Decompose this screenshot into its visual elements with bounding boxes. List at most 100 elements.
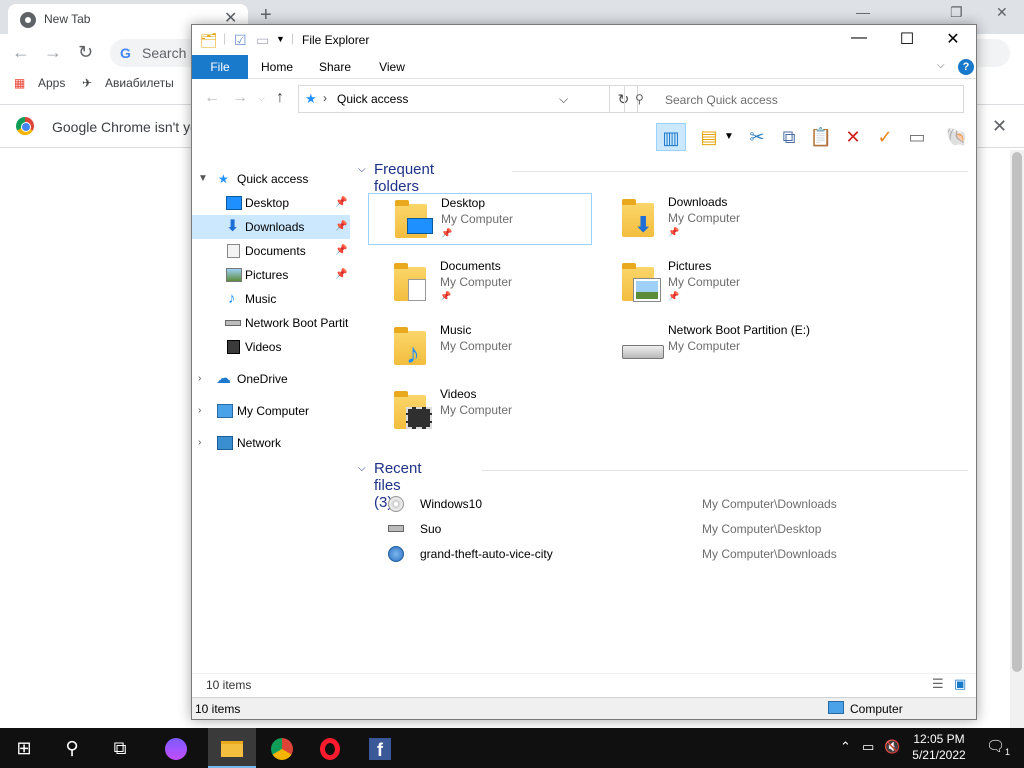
preview-pane-icon[interactable]: ▥ <box>656 123 686 151</box>
tile-location: My Computer <box>668 275 741 289</box>
recent-file-row[interactable]: Suo My Computer\Desktop <box>352 517 972 542</box>
opera-taskbar-icon[interactable] <box>306 728 354 768</box>
customize-qat-icon[interactable]: ▼ <box>276 34 285 44</box>
tab-home[interactable]: Home <box>252 55 302 79</box>
new-folder-icon[interactable]: ▭ <box>256 32 269 49</box>
sidebar-item-videos[interactable]: Videos <box>192 335 350 359</box>
folder-tile-pictures[interactable]: Pictures My Computer 📌 <box>596 257 820 309</box>
folder-tile-videos[interactable]: Videos My Computer <box>368 385 592 437</box>
collapsed-chevron-icon[interactable]: › <box>198 431 201 455</box>
group-chevron-icon[interactable]: ⌵ <box>358 164 366 175</box>
folder-tile-music[interactable]: ♪ Music My Computer <box>368 321 592 373</box>
nav-label: Videos <box>245 340 282 354</box>
properties-folder-icon[interactable]: ▤ <box>694 123 724 151</box>
page-scrollbar[interactable] <box>1010 150 1024 728</box>
notification-center-icon[interactable]: 🗨1 <box>986 737 1010 757</box>
shell-icon[interactable]: 🐚 <box>942 123 972 151</box>
nav-my-computer[interactable]: › My Computer <box>192 399 350 423</box>
address-dropdown-icon[interactable]: ⌵ <box>559 92 568 107</box>
tab-share[interactable]: Share <box>310 55 360 79</box>
sidebar-item-desktop[interactable]: Desktop 📌 <box>192 191 350 215</box>
close-icon[interactable]: ✕ <box>930 29 976 53</box>
maximize-icon[interactable]: ☐ <box>884 29 930 53</box>
back-icon[interactable]: ← <box>204 89 220 107</box>
windows-start-icon[interactable]: ⊞ <box>0 728 48 768</box>
collapsed-chevron-icon[interactable]: › <box>198 367 201 391</box>
google-icon: G <box>120 45 131 61</box>
sidebar-item-music[interactable]: ♪ Music <box>192 287 350 311</box>
show-hidden-icons-icon[interactable]: ⌃ <box>840 739 851 755</box>
copy-icon[interactable]: ⧉ <box>774 123 804 151</box>
forward-icon[interactable]: → <box>232 89 248 107</box>
tab-file[interactable]: File <box>192 55 248 79</box>
task-view-icon[interactable]: ⧉ <box>96 728 144 768</box>
group-chevron-icon[interactable]: ⌵ <box>358 463 366 474</box>
forward-icon[interactable]: → <box>44 42 62 63</box>
navigation-pane: ▼ ★ Quick access Desktop 📌 ⬇ Downloads 📌… <box>192 155 350 670</box>
details-view-icon[interactable]: ☰ <box>932 676 944 692</box>
star-icon: ★ <box>218 172 229 186</box>
chrome-minimize-icon[interactable]: — <box>856 4 870 20</box>
search-icon[interactable]: ⚲ <box>48 728 96 768</box>
address-box[interactable]: ★ › Quick access ⌵ <box>298 85 610 113</box>
clock[interactable]: 12:05 PM 5/21/2022 <box>906 731 972 763</box>
path-chevron-icon[interactable]: › <box>323 91 327 105</box>
cortana-icon[interactable] <box>152 728 200 768</box>
properties-icon[interactable]: ☑ <box>234 32 247 49</box>
nav-label: Quick access <box>237 172 309 186</box>
back-icon[interactable]: ← <box>12 42 30 63</box>
help-icon[interactable]: ? <box>958 59 974 75</box>
title-bar[interactable]: 🗂 | ☑ ▭ ▼ | File Explorer — ☐ ✕ <box>192 25 976 55</box>
bookmark-apps[interactable]: Apps <box>38 76 65 90</box>
checkmark-icon[interactable]: ✓ <box>870 123 900 151</box>
tab-view[interactable]: View <box>368 55 416 79</box>
facebook-taskbar-icon[interactable]: f <box>356 728 404 768</box>
group-divider <box>512 171 968 172</box>
volume-muted-icon[interactable]: 🔇 <box>884 739 900 755</box>
minimize-icon[interactable]: — <box>836 29 882 53</box>
delete-icon[interactable]: ✕ <box>838 123 868 151</box>
folder-tile-downloads[interactable]: ⬇ Downloads My Computer 📌 <box>596 193 820 245</box>
reload-icon[interactable]: ↻ <box>78 42 93 63</box>
nav-label: Desktop <box>245 196 290 210</box>
recent-locations-icon[interactable]: ⌵ <box>258 93 265 104</box>
chrome-favicon-icon <box>20 12 36 28</box>
large-icons-view-icon[interactable]: ▣ <box>954 676 966 692</box>
chrome-close-icon[interactable]: ✕ <box>996 4 1008 21</box>
nav-network[interactable]: › Network <box>192 431 350 455</box>
expand-ribbon-icon[interactable]: ⌵ <box>937 60 945 71</box>
sidebar-item-downloads[interactable]: ⬇ Downloads 📌 <box>192 215 350 239</box>
file-explorer-taskbar-icon[interactable] <box>208 728 256 768</box>
computer-icon <box>217 404 233 418</box>
nav-label: Pictures <box>245 268 289 282</box>
search-input[interactable]: ⚲ Search Quick access <box>624 85 964 113</box>
drive-tile-network-boot-partition[interactable]: Network Boot Partition (E:) My Computer <box>596 321 820 373</box>
paste-icon[interactable]: 📋 <box>806 123 836 151</box>
folder-tile-desktop[interactable]: Desktop My Computer 📌 <box>368 193 592 245</box>
properties-dropdown-icon[interactable]: ▼ <box>722 123 736 151</box>
document-overlay-icon <box>408 279 426 301</box>
nav-onedrive[interactable]: › ☁ OneDrive <box>192 367 350 391</box>
recent-file-row[interactable]: Windows10 My Computer\Downloads <box>352 492 972 517</box>
recent-file-row[interactable]: grand-theft-auto-vice-city My Computer\D… <box>352 542 972 567</box>
content-pane: ⌵ Frequent folders (7) Desktop My Comput… <box>352 155 976 670</box>
nav-quick-access[interactable]: ▼ ★ Quick access <box>192 167 350 191</box>
network-tray-icon[interactable]: ▭ <box>862 739 874 755</box>
collapsed-chevron-icon[interactable]: › <box>198 399 201 423</box>
folder-tile-documents[interactable]: Documents My Computer 📌 <box>368 257 592 309</box>
notification-count: 1 <box>1005 747 1011 757</box>
up-icon[interactable]: ↑ <box>276 89 284 107</box>
sidebar-item-pictures[interactable]: Pictures 📌 <box>192 263 350 287</box>
sidebar-item-documents[interactable]: Documents 📌 <box>192 239 350 263</box>
infobar-close-icon[interactable]: ✕ <box>992 116 1007 137</box>
expanded-chevron-icon[interactable]: ▼ <box>198 167 208 191</box>
rename-icon[interactable]: ▭ <box>902 123 932 151</box>
chrome-taskbar-icon[interactable] <box>258 728 306 768</box>
nav-label: Documents <box>245 244 306 258</box>
bookmark-aviabilety[interactable]: Авиабилеты <box>105 76 174 90</box>
scrollbar-thumb[interactable] <box>1012 152 1022 672</box>
sidebar-item-network-boot-partition[interactable]: Network Boot Partit <box>192 311 350 335</box>
title-separator-2: | <box>291 31 295 45</box>
chrome-restore-icon[interactable]: ❐ <box>950 4 963 21</box>
cut-icon[interactable]: ✂ <box>742 123 772 151</box>
